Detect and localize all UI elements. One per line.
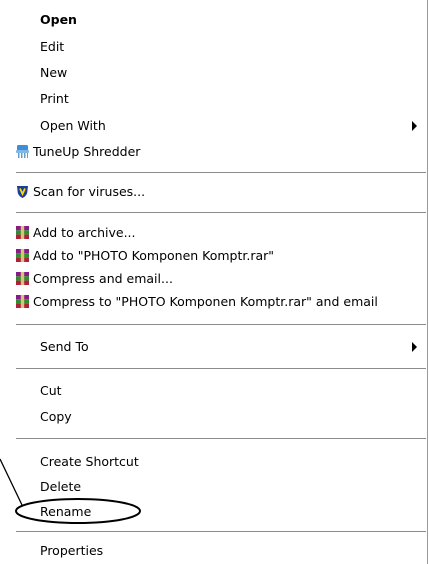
menu-item-label: Add to archive... (33, 225, 136, 240)
menu-separator (16, 172, 426, 173)
menu-item-properties[interactable]: Properties (0, 539, 427, 562)
menu-item-label: Delete (40, 479, 82, 494)
menu-item-label: Compress and email... (33, 271, 173, 286)
menu-separator (16, 438, 426, 439)
menu-item-label: New (40, 65, 68, 80)
menu-item-send-to[interactable]: Send To (0, 335, 427, 358)
menu-separator (16, 531, 426, 532)
menu-item-label: Copy (40, 409, 72, 424)
menu-item-add-to-archive[interactable]: Add to archive... (0, 221, 427, 244)
menu-item-compress-and-email[interactable]: Compress and email... (0, 267, 427, 290)
menu-item-cut[interactable]: Cut (0, 379, 427, 402)
submenu-arrow-icon (412, 121, 417, 131)
menu-separator (16, 368, 426, 369)
menu-item-tuneup-shredder[interactable]: TuneUp Shredder (0, 140, 427, 163)
callout-pointer-line (0, 458, 23, 506)
menu-item-label: Print (40, 91, 69, 106)
rename-callout-ellipse (15, 498, 141, 524)
menu-separator (16, 324, 426, 325)
menu-item-scan-for-viruses[interactable]: Scan for viruses... (0, 180, 427, 203)
menu-item-label: TuneUp Shredder (33, 144, 141, 159)
menu-item-delete[interactable]: Delete (0, 475, 427, 498)
menu-item-copy[interactable]: Copy (0, 405, 427, 428)
menu-item-open[interactable]: Open (0, 8, 427, 31)
menu-item-edit[interactable]: Edit (0, 35, 427, 58)
menu-item-label: Open With (40, 118, 106, 133)
menu-item-label: Edit (40, 39, 65, 54)
menu-item-label: Create Shortcut (40, 454, 139, 469)
menu-item-label: Add to "PHOTO Komponen Komptr.rar" (33, 248, 275, 263)
submenu-arrow-icon (412, 342, 417, 352)
menu-item-print[interactable]: Print (0, 87, 427, 110)
menu-item-create-shortcut[interactable]: Create Shortcut (0, 450, 427, 473)
menu-item-compress-to-rar-and-email[interactable]: Compress to "PHOTO Komponen Komptr.rar" … (0, 290, 427, 313)
menu-item-label: Scan for viruses... (33, 184, 146, 199)
menu-item-open-with[interactable]: Open With (0, 114, 427, 137)
menu-separator (16, 212, 426, 213)
menu-item-new[interactable]: New (0, 61, 427, 84)
menu-item-label: Properties (40, 543, 104, 558)
context-menu: Open Edit New Print Open With TuneUp Shr… (0, 0, 428, 564)
menu-item-label: Compress to "PHOTO Komponen Komptr.rar" … (33, 294, 378, 309)
menu-item-label: Send To (40, 339, 89, 354)
menu-item-add-to-rar[interactable]: Add to "PHOTO Komponen Komptr.rar" (0, 244, 427, 267)
menu-item-label: Open (40, 12, 77, 27)
menu-item-label: Cut (40, 383, 62, 398)
